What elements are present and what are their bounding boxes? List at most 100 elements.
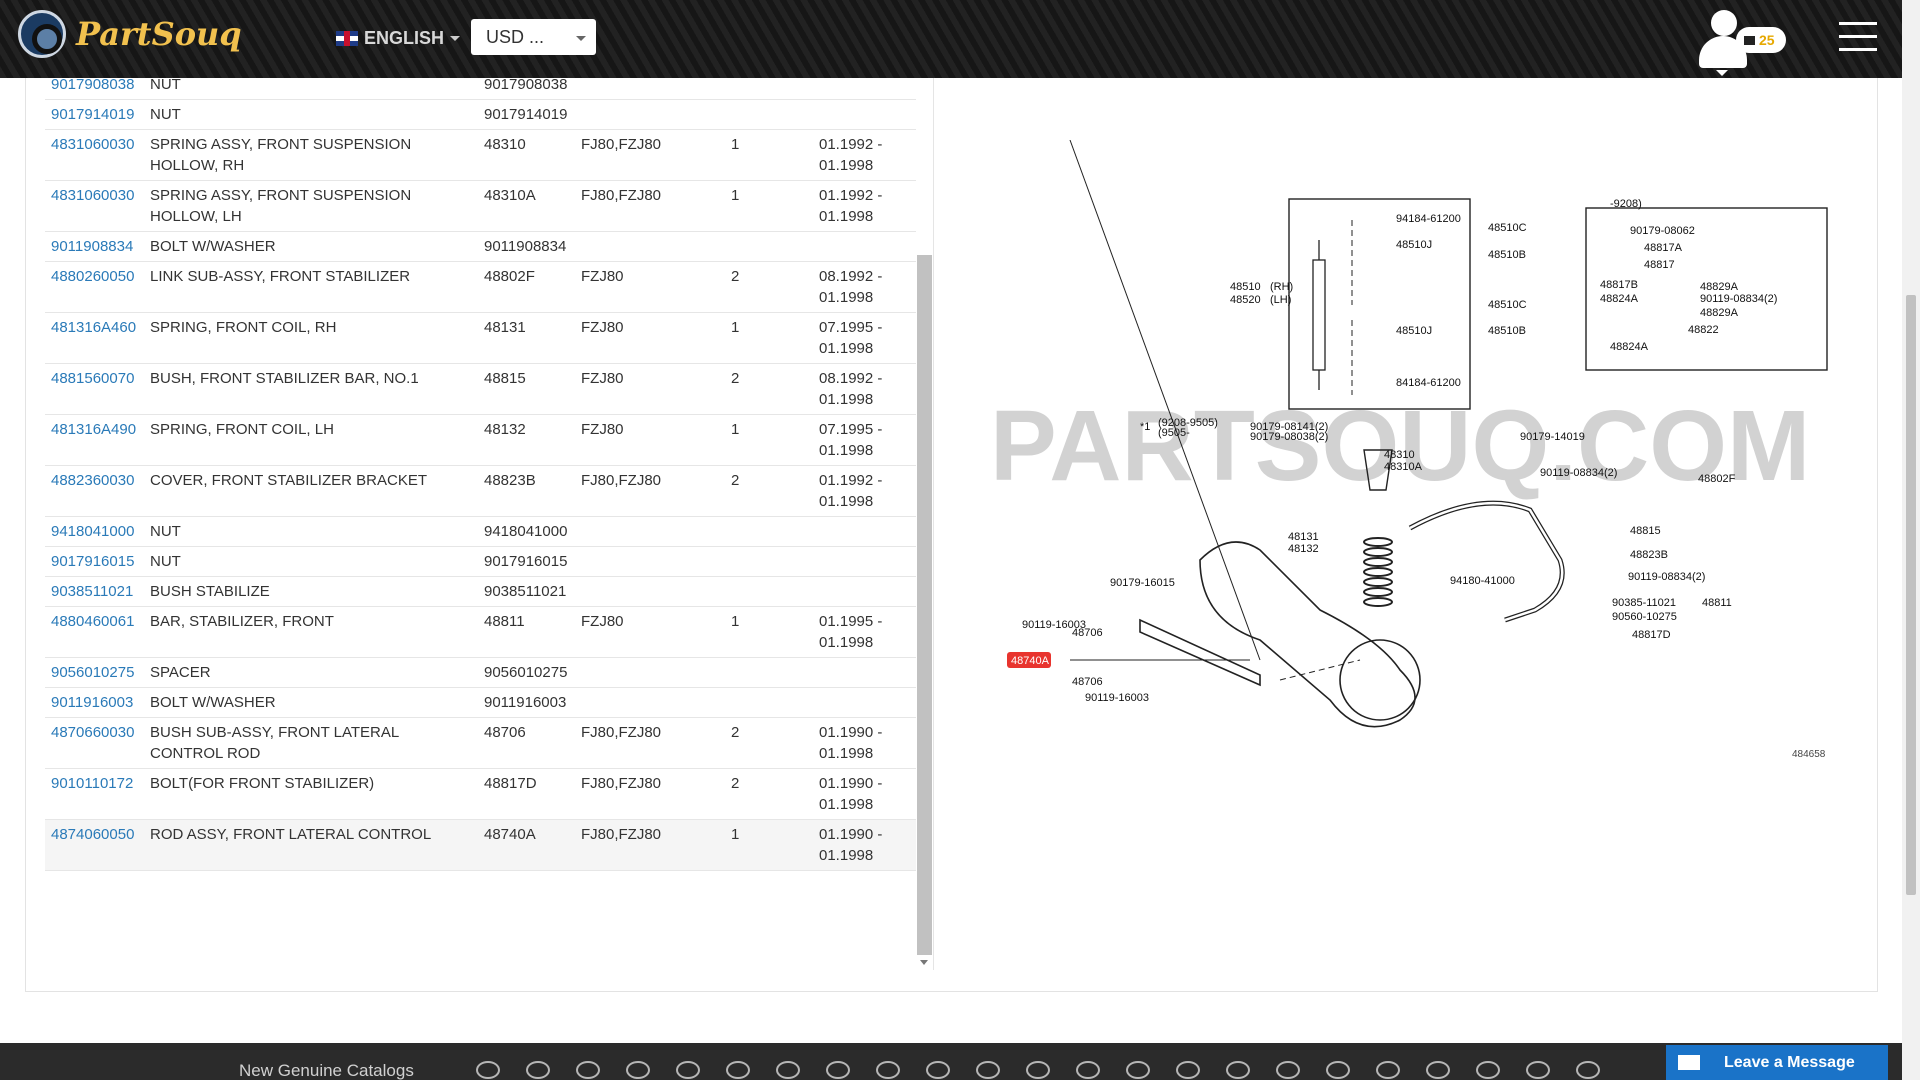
honda-icon[interactable] [676, 1061, 700, 1079]
table-row[interactable]: 9017916015 NUT 9017916015 [45, 546, 916, 577]
diagram-callout-label[interactable]: 48510C [1488, 222, 1527, 234]
toyota-icon[interactable] [1476, 1061, 1500, 1079]
diagram-callout-label[interactable]: 48802F [1698, 473, 1736, 485]
bmw-icon[interactable] [476, 1061, 500, 1079]
diagram-callout-label[interactable]: 84184-61200 [1396, 377, 1461, 389]
part-number-link[interactable]: 9056010275 [45, 657, 144, 688]
diagram-callout-label[interactable]: 48817 [1644, 259, 1675, 271]
mazda-icon[interactable] [1026, 1061, 1050, 1079]
diagram-callout-label[interactable]: 90179-14019 [1520, 431, 1585, 443]
table-row[interactable]: 9017914019 NUT 9017914019 [45, 99, 916, 130]
table-row[interactable]: 9418041000 NUT 9418041000 [45, 516, 916, 547]
diagram-callout-label[interactable]: 48817B [1600, 279, 1638, 291]
part-number-link[interactable]: 4880460061 [45, 606, 144, 658]
part-number-link[interactable]: 9418041000 [45, 516, 144, 547]
part-number-link[interactable]: 4880260050 [45, 261, 144, 313]
part-number-link[interactable]: 481316A490 [45, 414, 144, 466]
dodge-icon[interactable] [626, 1061, 650, 1079]
diagram-callout-label[interactable]: 90119-08834(2) [1628, 571, 1705, 583]
diagram-callout-label[interactable]: 48829A [1700, 307, 1739, 319]
diagram-callout-label[interactable]: (9505- [1158, 427, 1190, 439]
lexus-icon[interactable] [976, 1061, 1000, 1079]
diagram-callout-label[interactable]: 48822 [1688, 324, 1719, 336]
table-row[interactable]: 9038511021 BUSH STABILIZE 9038511021 [45, 576, 916, 607]
diagram-callout-label[interactable]: 48706 [1072, 676, 1103, 688]
diagram-callout-label[interactable]: 48817A [1644, 242, 1683, 254]
table-row[interactable]: 4881560070 BUSH, FRONT STABILIZER BAR, NO… [45, 363, 916, 415]
site-logo[interactable]: PartSouq [18, 10, 242, 58]
infiniti-icon[interactable] [776, 1061, 800, 1079]
nissan-icon[interactable] [1176, 1061, 1200, 1079]
diagram-callout-label[interactable]: (RH) [1270, 281, 1293, 293]
diagram-callout-label[interactable]: 90385-11021 [1612, 597, 1676, 609]
diagram-callout-label[interactable]: 90179-16015 [1110, 577, 1175, 589]
kia-icon[interactable] [926, 1061, 950, 1079]
diagram-callout-label[interactable]: 48510B [1488, 325, 1526, 337]
part-number-link[interactable]: 9017914019 [45, 99, 144, 130]
part-number-link[interactable]: 9011916003 [45, 687, 144, 718]
diagram-callout-label[interactable]: 48510C [1488, 299, 1527, 311]
leave-message-button[interactable]: Leave a Message [1666, 1045, 1888, 1080]
diagram-callout-label[interactable]: 90119-16003 [1085, 692, 1149, 704]
part-number-link[interactable]: 9010110172 [45, 768, 144, 820]
chrysler-icon[interactable] [576, 1061, 600, 1079]
suzuki-icon[interactable] [1426, 1061, 1450, 1079]
jeep-icon[interactable] [876, 1061, 900, 1079]
peugeot-icon[interactable] [1226, 1061, 1250, 1079]
part-number-link[interactable]: 9011908834 [45, 231, 144, 262]
scroll-down-arrow-icon[interactable] [920, 960, 928, 965]
parts-diagram[interactable]: PARTSOUQ.COM 48740A 484658 94184-61200 48… [960, 140, 1870, 780]
diagram-callout-label[interactable]: *1 [1140, 421, 1150, 433]
mercedes-icon[interactable] [1076, 1061, 1100, 1079]
isuzu-icon[interactable] [826, 1061, 850, 1079]
cart-button[interactable]: 25 [1736, 27, 1786, 53]
part-number-link[interactable]: 4870660030 [45, 717, 144, 769]
part-number-link[interactable]: 4874060050 [45, 819, 144, 871]
table-row[interactable]: 4831060030 SPRING ASSY, FRONT SUSPENSION … [45, 129, 916, 181]
table-row[interactable]: 9010110172 BOLT(FOR FRONT STABILIZER) 4881… [45, 768, 916, 820]
part-number-link[interactable]: 4882360030 [45, 465, 144, 517]
diagram-callout-label[interactable]: 48131 [1288, 531, 1319, 543]
table-row[interactable]: 4882360030 COVER, FRONT STABILIZER BRACKE… [45, 465, 916, 517]
diagram-callout-label[interactable]: 48824A [1610, 341, 1649, 353]
chevrolet-icon[interactable] [526, 1061, 550, 1079]
diagram-callout-label[interactable]: 48829A [1700, 281, 1739, 293]
diagram-callout-label[interactable]: 90119-08834(2) [1540, 467, 1617, 479]
diagram-callout-label[interactable]: 94180-41000 [1450, 575, 1515, 587]
diagram-callout-label[interactable]: 48310A [1384, 461, 1423, 473]
volkswagen-icon[interactable] [1526, 1061, 1550, 1079]
mitsubishi-icon[interactable] [1126, 1061, 1150, 1079]
diagram-callout-label[interactable]: 48310 [1384, 449, 1415, 461]
diagram-callout-label[interactable]: 48824A [1600, 293, 1639, 305]
table-row[interactable]: 481316A490 SPRING, FRONT COIL, LH 48132 FZJ… [45, 414, 916, 466]
table-row[interactable]: 4874060050 ROD ASSY, FRONT LATERAL CONTRO… [45, 819, 916, 871]
hamburger-menu-icon[interactable] [1839, 22, 1877, 52]
diagram-callout-label[interactable]: -9208) [1610, 198, 1642, 210]
part-number-link[interactable]: 481316A460 [45, 312, 144, 364]
table-row[interactable]: 9011916003 BOLT W/WASHER 9011916003 [45, 687, 916, 718]
table-row[interactable]: 4880260050 LINK SUB-ASSY, FRONT STABILIZE… [45, 261, 916, 313]
diagram-callout-label[interactable]: 48815 [1630, 525, 1661, 537]
diagram-callout-label[interactable]: 48132 [1288, 543, 1319, 555]
diagram-callout-label[interactable]: 90119-08834(2) [1700, 293, 1777, 305]
part-number-link[interactable]: 9038511021 [45, 576, 144, 607]
diagram-callout-label[interactable]: 48520 [1230, 294, 1261, 306]
diagram-callout-label[interactable]: 48510J [1396, 325, 1432, 337]
page-scrollbar-thumb[interactable] [1906, 295, 1916, 895]
part-number-link[interactable]: 4831060030 [45, 129, 144, 181]
table-row[interactable]: 9011908834 BOLT W/WASHER 9011908834 [45, 231, 916, 262]
table-scrollbar[interactable] [917, 255, 932, 955]
renault-icon[interactable] [1326, 1061, 1350, 1079]
table-row[interactable]: 4831060030 SPRING ASSY, FRONT SUSPENSION … [45, 180, 916, 232]
diagram-callout-label[interactable]: 48510 [1230, 281, 1261, 293]
diagram-callout-label[interactable]: 94184-61200 [1396, 213, 1461, 225]
diagram-callout-label[interactable]: 48817D [1632, 629, 1671, 641]
diagram-callout-label[interactable]: 48706 [1072, 627, 1103, 639]
diagram-callout-label[interactable]: 90179-08062 [1630, 225, 1695, 237]
diagram-callout-label[interactable]: 90560-10275 [1612, 611, 1677, 623]
diagram-callout-label[interactable]: 48811 [1702, 597, 1732, 609]
diagram-callout-label[interactable]: 48510J [1396, 239, 1432, 251]
language-selector[interactable]: ENGLISH [336, 28, 461, 49]
part-number-link[interactable]: 4831060030 [45, 180, 144, 232]
diagram-callout-label[interactable]: (LH) [1270, 294, 1291, 306]
